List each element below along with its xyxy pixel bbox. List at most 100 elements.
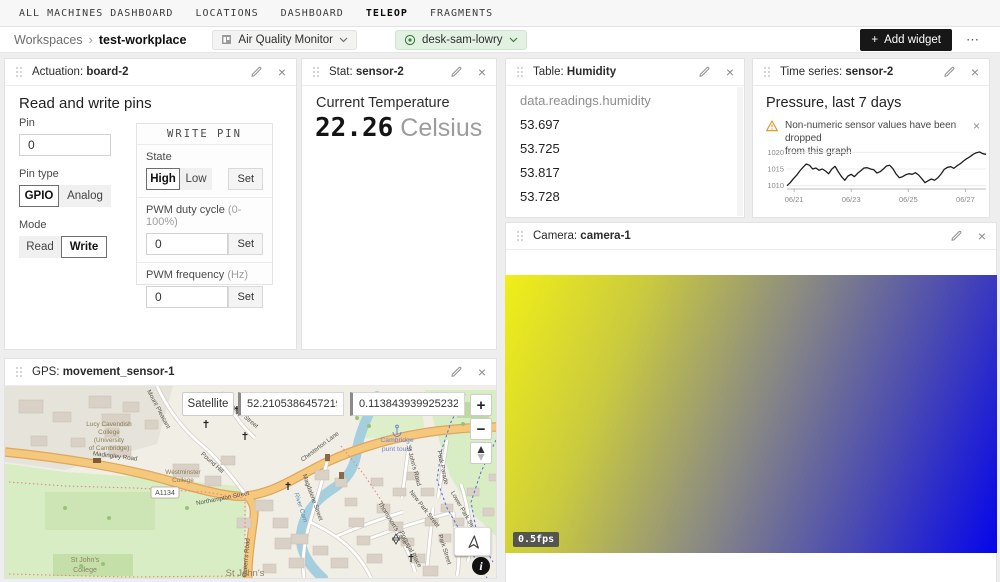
pencil-icon — [950, 230, 962, 242]
widget-title: Camera: camera-1 — [533, 230, 631, 242]
nav-teleop[interactable]: TELEOP — [355, 8, 419, 19]
actuation-widget-header: Actuation: board-2 × — [5, 59, 296, 86]
close-widget-button[interactable]: × — [278, 65, 286, 79]
edit-widget-button[interactable] — [943, 66, 955, 78]
tower-icon — [339, 472, 344, 479]
workspace-select[interactable]: Air Quality Monitor — [212, 30, 357, 50]
drag-handle-icon[interactable] — [516, 66, 524, 78]
overflow-menu-button[interactable]: ⋯ — [966, 32, 980, 48]
toolbar: Workspaces › test-workplace Air Quality … — [0, 27, 1000, 53]
pencil-icon — [943, 66, 955, 78]
mode-read-button[interactable]: Read — [19, 236, 61, 258]
zoom-in-button[interactable]: + — [470, 394, 492, 416]
pencil-icon — [450, 66, 462, 78]
camera-feed: 0.5fps — [505, 275, 997, 553]
longitude-input[interactable] — [350, 392, 465, 416]
pin-type-analog-button[interactable]: Analog — [59, 185, 111, 207]
navigation-arrow-icon — [465, 534, 481, 550]
stat-value: 22.26 — [315, 113, 393, 143]
close-widget-button[interactable]: × — [726, 65, 734, 79]
state-high-button[interactable]: High — [146, 168, 180, 190]
map-label: College — [98, 429, 120, 436]
tower-icon — [325, 454, 330, 461]
pencil-icon — [698, 66, 710, 78]
nav-fragments[interactable]: FRAGMENTS — [419, 8, 504, 19]
edit-widget-button[interactable] — [450, 66, 462, 78]
svg-text:06/25: 06/25 — [899, 195, 918, 204]
edit-widget-button[interactable] — [698, 66, 710, 78]
chevron-down-icon — [339, 37, 348, 43]
machine-select-label: desk-sam-lowry — [422, 34, 503, 46]
pwm-frequency-input[interactable] — [146, 286, 228, 308]
workspace-select-label: Air Quality Monitor — [238, 34, 333, 46]
add-widget-button[interactable]: + Add widget — [860, 29, 952, 51]
map-label: Lucy Cavendish — [86, 421, 132, 428]
breadcrumb: Workspaces › test-workplace — [14, 32, 186, 47]
drag-handle-icon[interactable] — [15, 366, 23, 378]
table-row: 53.817 — [520, 165, 560, 180]
edit-widget-button[interactable] — [250, 66, 262, 78]
state-label: State — [146, 151, 263, 163]
table-column-header: data.readings.humidity — [520, 93, 651, 108]
compass-button[interactable] — [470, 442, 492, 464]
pwm-duty-label: PWM duty cycle (0-100%) — [146, 204, 263, 228]
close-widget-button[interactable]: × — [478, 365, 486, 379]
pwm-frequency-label: PWM frequency (Hz) — [146, 269, 263, 281]
camera-widget: Camera: camera-1 × 0.5fps — [505, 222, 997, 582]
breadcrumb-separator: › — [89, 32, 93, 47]
pin-type-label: Pin type — [19, 168, 111, 180]
latitude-input[interactable] — [238, 392, 344, 416]
actuation-widget: Actuation: board-2 × Read and write pins… — [4, 58, 297, 350]
pin-type-gpio-button[interactable]: GPIO — [19, 185, 59, 207]
state-low-button[interactable]: Low — [180, 168, 212, 190]
set-state-button[interactable]: Set — [228, 168, 263, 190]
edit-widget-button[interactable] — [450, 366, 462, 378]
satellite-toggle-button[interactable]: Satellite — [182, 392, 234, 416]
pin-input[interactable] — [19, 134, 111, 156]
map-canvas[interactable]: A1134 Madingley RoadMount PleasantLucy C… — [5, 386, 496, 578]
close-widget-button[interactable]: × — [478, 65, 486, 79]
attribution-info-button[interactable]: i — [472, 557, 490, 575]
zoom-out-button[interactable]: − — [470, 418, 492, 440]
map-label: Cambridge — [380, 437, 413, 444]
table-scrollbar[interactable] — [737, 87, 743, 216]
table-row: 53.697 — [520, 117, 560, 132]
nav-all-machines-dashboard[interactable]: ALL MACHINES DASHBOARD — [8, 8, 184, 19]
widget-title: GPS: movement_sensor-1 — [32, 366, 175, 378]
set-pwm-frequency-button[interactable]: Set — [228, 286, 263, 308]
table-row: 53.725 — [520, 141, 560, 156]
stat-unit: Celsius — [400, 114, 482, 143]
machine-select[interactable]: desk-sam-lowry — [395, 30, 527, 50]
breadcrumb-workspaces[interactable]: Workspaces — [14, 33, 83, 47]
stat-label: Current Temperature — [316, 95, 450, 111]
widget-title: Stat: sensor-2 — [329, 66, 404, 78]
map-label: St John's — [71, 557, 100, 564]
svg-text:06/23: 06/23 — [842, 195, 861, 204]
nav-dashboard[interactable]: DASHBOARD — [270, 8, 355, 19]
close-widget-button[interactable]: × — [971, 65, 979, 79]
workspace-icon — [221, 34, 232, 45]
svg-text:06/21: 06/21 — [785, 195, 804, 204]
write-pin-title: WRITE PIN — [137, 124, 272, 145]
edit-widget-button[interactable] — [950, 230, 962, 242]
breadcrumb-current[interactable]: test-workplace — [99, 33, 187, 47]
nav-locations[interactable]: LOCATIONS — [184, 8, 269, 19]
svg-text:1015: 1015 — [767, 165, 784, 174]
map-label: St John's — [226, 568, 265, 578]
set-pwm-duty-button[interactable]: Set — [228, 233, 263, 255]
drag-handle-icon[interactable] — [15, 66, 23, 78]
widget-title: Table: Humidity — [533, 66, 616, 78]
locate-button[interactable] — [454, 527, 491, 556]
drag-handle-icon[interactable] — [516, 230, 524, 242]
road-ref-badge: A1134 — [151, 487, 179, 498]
plus-icon: + — [871, 34, 878, 46]
mode-write-button[interactable]: Write — [61, 236, 107, 258]
svg-text:1020: 1020 — [767, 148, 784, 157]
drag-handle-icon[interactable] — [763, 66, 771, 78]
close-widget-button[interactable]: × — [978, 229, 986, 243]
book-icon — [93, 458, 101, 463]
pwm-duty-input[interactable] — [146, 233, 228, 255]
chevron-down-icon — [509, 37, 518, 43]
drag-handle-icon[interactable] — [312, 66, 320, 78]
map-label: College — [172, 477, 194, 484]
